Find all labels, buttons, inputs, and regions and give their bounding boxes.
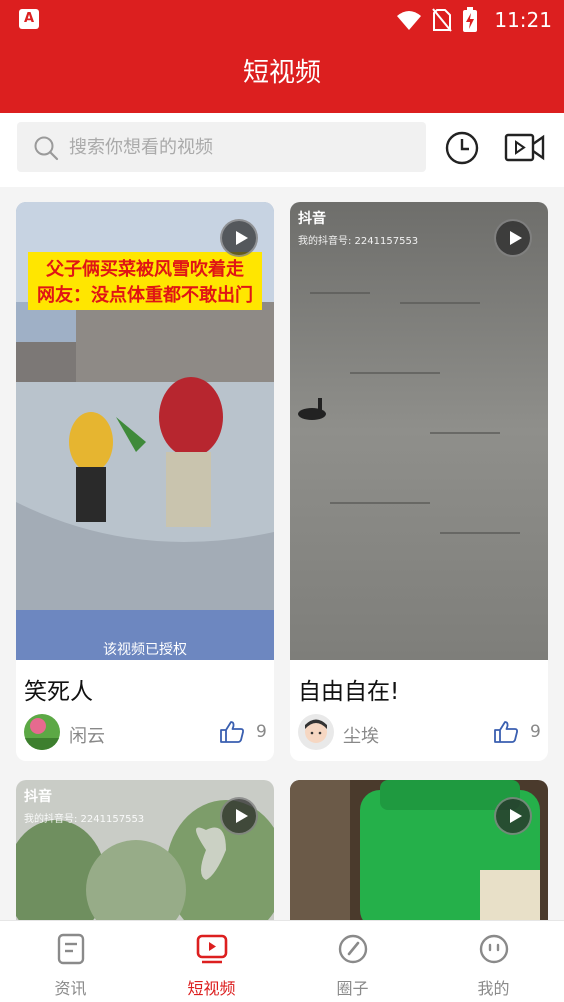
video-frame-image xyxy=(290,202,548,660)
author-name[interactable]: 尘埃 xyxy=(343,722,379,748)
tab-label: 圈子 xyxy=(336,979,369,998)
like-count: 9 xyxy=(530,722,541,742)
play-icon[interactable] xyxy=(494,797,532,835)
tab-news[interactable]: 资讯 xyxy=(0,921,141,1002)
clock: 11:21 xyxy=(494,8,552,32)
no-sim-icon xyxy=(432,8,453,32)
douyin-watermark-brand: 抖音 xyxy=(24,789,52,805)
video-camera-icon[interactable] xyxy=(500,128,548,172)
authorization-notice: 该视频已授权 xyxy=(16,610,274,660)
play-icon[interactable] xyxy=(494,219,532,257)
tab-circle[interactable]: 圈子 xyxy=(282,921,423,1002)
tab-short-video[interactable]: 短视频 xyxy=(141,921,282,1002)
video-card[interactable]: 父子俩买菜被风雪吹着走 网友：没点体重都不敢出门 该视频已授权 笑死人 闲云 9 xyxy=(16,202,274,761)
like-count: 9 xyxy=(256,722,267,742)
video-card[interactable]: 抖音 我的抖音号: 2241157553 xyxy=(16,780,274,930)
status-bar: A 11:21 xyxy=(0,0,564,40)
video-title[interactable]: 自由自在! xyxy=(298,672,399,706)
author-name[interactable]: 闲云 xyxy=(69,722,105,748)
tab-mine[interactable]: 我的 xyxy=(423,921,564,1002)
status-icons: 11:21 xyxy=(396,6,552,34)
tab-label: 资讯 xyxy=(54,979,87,998)
video-thumbnail[interactable]: 抖音 我的抖音号: 2241157553 xyxy=(16,780,274,930)
history-clock-icon[interactable] xyxy=(440,128,484,172)
video-thumbnail[interactable]: 父子俩买菜被风雪吹着走 网友：没点体重都不敢出门 该视频已授权 xyxy=(16,202,274,660)
app-notification-icon: A xyxy=(19,9,39,29)
avatar[interactable] xyxy=(298,714,334,750)
video-thumbnail[interactable] xyxy=(290,780,548,930)
title-bar: 短视频 xyxy=(0,40,564,113)
search-row xyxy=(0,113,564,187)
video-overlay-caption: 网友：没点体重都不敢出门 xyxy=(28,278,262,310)
news-icon xyxy=(57,933,84,965)
tab-label: 短视频 xyxy=(187,979,236,998)
avatar[interactable] xyxy=(24,714,60,750)
bottom-tab-bar: 资讯 短视频 圈子 我的 xyxy=(0,920,564,1002)
video-title[interactable]: 笑死人 xyxy=(24,672,93,706)
wifi-icon xyxy=(397,11,422,30)
thumbs-up-icon[interactable] xyxy=(493,720,519,744)
play-icon[interactable] xyxy=(220,797,258,835)
compass-icon xyxy=(338,934,367,964)
video-card[interactable] xyxy=(290,780,548,930)
douyin-watermark-brand: 抖音 xyxy=(298,211,326,227)
search-box[interactable] xyxy=(17,122,426,172)
video-card[interactable]: 抖音 我的抖音号: 2241157553 自由自在! 尘埃 9 xyxy=(290,202,548,761)
battery-charging-icon xyxy=(463,7,478,32)
video-thumbnail[interactable]: 抖音 我的抖音号: 2241157553 xyxy=(290,202,548,660)
tab-label: 我的 xyxy=(477,979,510,998)
search-icon xyxy=(34,136,59,161)
douyin-watermark-id: 我的抖音号: 2241157553 xyxy=(24,814,145,825)
video-play-icon xyxy=(196,934,227,964)
search-input[interactable] xyxy=(69,122,409,172)
douyin-watermark-id: 我的抖音号: 2241157553 xyxy=(298,236,419,247)
profile-face-icon xyxy=(479,934,508,964)
thumbs-up-icon[interactable] xyxy=(219,720,245,744)
page-title: 短视频 xyxy=(242,58,321,88)
play-icon[interactable] xyxy=(220,219,258,257)
